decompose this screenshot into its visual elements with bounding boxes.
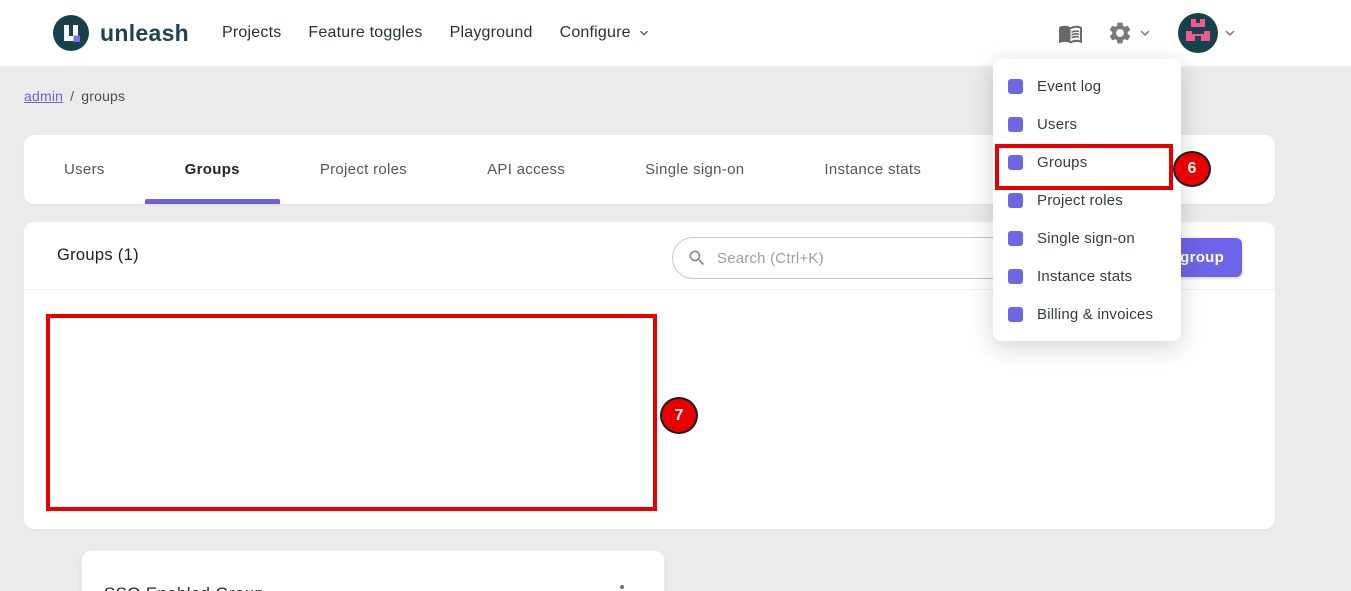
unleash-logo-icon xyxy=(53,15,89,51)
chevron-down-icon xyxy=(1221,24,1239,42)
nav-link-playground[interactable]: Playground xyxy=(450,24,533,42)
breadcrumb: admin / groups xyxy=(24,88,125,104)
group-card-title: SSO Enabled Group xyxy=(104,584,264,591)
group-card[interactable]: SSO Enabled Group This group has no user… xyxy=(81,550,665,591)
group-card-header: SSO Enabled Group xyxy=(82,551,664,591)
tab-project-roles[interactable]: Project roles xyxy=(280,135,447,204)
tab-instance-stats[interactable]: Instance stats xyxy=(784,135,961,204)
settings-menu-button[interactable] xyxy=(1107,20,1154,46)
chevron-down-icon xyxy=(636,25,652,41)
breadcrumb-separator: / xyxy=(70,88,74,104)
tab-api-access[interactable]: API access xyxy=(447,135,605,204)
tab-groups[interactable]: Groups xyxy=(145,135,280,204)
menu-item-users[interactable]: Users xyxy=(993,105,1181,143)
menu-item-square-icon xyxy=(1008,79,1023,94)
menu-item-square-icon xyxy=(1008,117,1023,132)
top-nav: unleash Projects Feature toggles xyxy=(0,0,1351,66)
nav-right xyxy=(1058,13,1239,53)
chevron-down-icon xyxy=(1136,24,1154,42)
tab-users[interactable]: Users xyxy=(24,135,145,204)
nav-links: Projects Feature toggles Playground xyxy=(222,24,652,42)
search-icon xyxy=(687,248,707,268)
avatar xyxy=(1178,13,1218,53)
annotation-badge-7: 7 xyxy=(660,397,698,434)
profile-menu-button[interactable] xyxy=(1178,13,1239,53)
menu-item-square-icon xyxy=(1008,269,1023,284)
annotation-badge-6: 6 xyxy=(1173,151,1211,187)
annotation-box-groups-menu-item xyxy=(995,144,1173,190)
menu-item-single-sign-on[interactable]: Single sign-on xyxy=(993,219,1181,257)
brand-wordmark: unleash xyxy=(100,20,189,47)
menu-item-square-icon xyxy=(1008,307,1023,322)
gear-icon xyxy=(1107,20,1133,46)
annotation-box-group-card xyxy=(46,314,657,511)
section-title: Groups (1) xyxy=(57,246,139,265)
nav-link-projects[interactable]: Projects xyxy=(222,24,281,42)
menu-item-square-icon xyxy=(1008,231,1023,246)
breadcrumb-link-admin[interactable]: admin xyxy=(24,88,63,104)
menu-item-square-icon xyxy=(1008,193,1023,208)
menu-item-instance-stats[interactable]: Instance stats xyxy=(993,257,1181,295)
kebab-menu-icon[interactable] xyxy=(618,581,626,591)
menu-item-billing-invoices[interactable]: Billing & invoices xyxy=(993,295,1181,333)
menu-item-event-log[interactable]: Event log xyxy=(993,67,1181,105)
tab-single-sign-on[interactable]: Single sign-on xyxy=(605,135,784,204)
breadcrumb-current: groups xyxy=(81,88,125,104)
nav-link-configure[interactable]: Configure xyxy=(560,24,652,42)
settings-dropdown-menu: Event log Users Groups Project roles Sin… xyxy=(993,59,1181,341)
unleash-logo[interactable]: unleash xyxy=(53,15,189,51)
nav-link-feature-toggles[interactable]: Feature toggles xyxy=(308,24,422,42)
page: unleash Projects Feature toggles xyxy=(0,0,1351,591)
docs-book-icon[interactable] xyxy=(1058,21,1083,46)
